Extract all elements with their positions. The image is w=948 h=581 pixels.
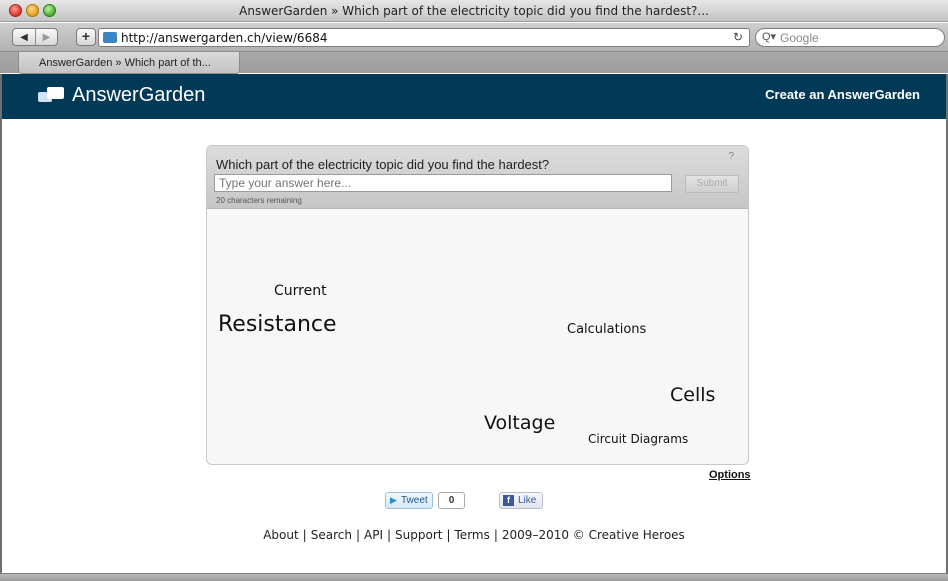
facebook-like-button[interactable]: f Like <box>499 492 543 509</box>
site-footer: About | Search | API | Support | Terms | 2009–2010… <box>263 528 685 542</box>
characters-remaining: 20 characters remaining <box>216 196 302 205</box>
search-icon: Q▾ <box>762 31 777 43</box>
submit-button[interactable]: Submit <box>685 175 739 193</box>
tweet-count: 0 <box>438 492 465 509</box>
site-logo-text[interactable]: AnswerGarden <box>72 84 205 107</box>
speech-bubbles-logo-icon[interactable] <box>38 87 64 105</box>
like-label: Like <box>518 495 537 506</box>
facebook-icon: f <box>503 495 514 506</box>
answer-word-circuit-diagrams[interactable]: Circuit Diagrams <box>588 432 688 446</box>
footer-search-link[interactable]: Search <box>311 528 352 542</box>
tab-bar: AnswerGarden » Which part of th... <box>0 51 948 74</box>
address-bar[interactable]: http://answergarden.ch/view/6684 ↻ <box>98 28 750 47</box>
tweet-label: Tweet <box>401 495 428 506</box>
question-text: Which part of the electricity topic did … <box>216 157 550 172</box>
footer-api-link[interactable]: API <box>364 528 383 542</box>
answer-word-current[interactable]: Current <box>274 283 327 299</box>
history-buttons: ◀ ▶ <box>12 28 58 46</box>
answer-word-calculations[interactable]: Calculations <box>567 322 646 337</box>
url-text: http://answergarden.ch/view/6684 <box>121 31 328 45</box>
window-titlebar: AnswerGarden » Which part of the electri… <box>0 0 948 22</box>
site-favicon-icon <box>103 32 117 43</box>
search-field[interactable]: Q▾ Google <box>755 28 945 47</box>
forward-arrow-icon[interactable]: ▶ <box>35 29 57 45</box>
add-bookmark-button[interactable]: + <box>76 28 96 46</box>
tweet-button[interactable]: ▶ Tweet <box>385 492 433 509</box>
twitter-bird-icon: ▶ <box>390 495 397 505</box>
window-frame-left <box>0 74 2 574</box>
window-title: AnswerGarden » Which part of the electri… <box>239 4 709 18</box>
tab-answergarden[interactable]: AnswerGarden » Which part of th... <box>18 52 240 74</box>
footer-support-link[interactable]: Support <box>395 528 442 542</box>
back-arrow-icon[interactable]: ◀ <box>13 29 35 45</box>
create-answergarden-link[interactable]: Create an AnswerGarden <box>765 87 920 102</box>
window-statusbar <box>0 573 948 581</box>
answer-garden-panel: Which part of the electricity topic did … <box>206 145 749 465</box>
options-link[interactable]: Options <box>709 469 751 481</box>
answer-input[interactable] <box>214 174 672 192</box>
browser-toolbar: ◀ ▶ + http://answergarden.ch/view/6684 ↻… <box>0 23 948 51</box>
answer-word-cells[interactable]: Cells <box>670 384 715 406</box>
reload-icon[interactable]: ↻ <box>733 30 743 44</box>
site-header: AnswerGarden Create an AnswerGarden <box>0 74 948 119</box>
footer-copyright: 2009–2010 © Creative Heroes <box>501 528 685 542</box>
tab-label: AnswerGarden » Which part of th... <box>39 57 211 69</box>
question-header: Which part of the electricity topic did … <box>207 146 748 209</box>
answer-word-voltage[interactable]: Voltage <box>484 412 555 434</box>
answer-word-resistance[interactable]: Resistance <box>218 312 337 337</box>
footer-terms-link[interactable]: Terms <box>455 528 490 542</box>
search-placeholder: Google <box>780 31 819 45</box>
footer-about-link[interactable]: About <box>263 528 298 542</box>
help-icon[interactable]: ? <box>728 151 734 162</box>
